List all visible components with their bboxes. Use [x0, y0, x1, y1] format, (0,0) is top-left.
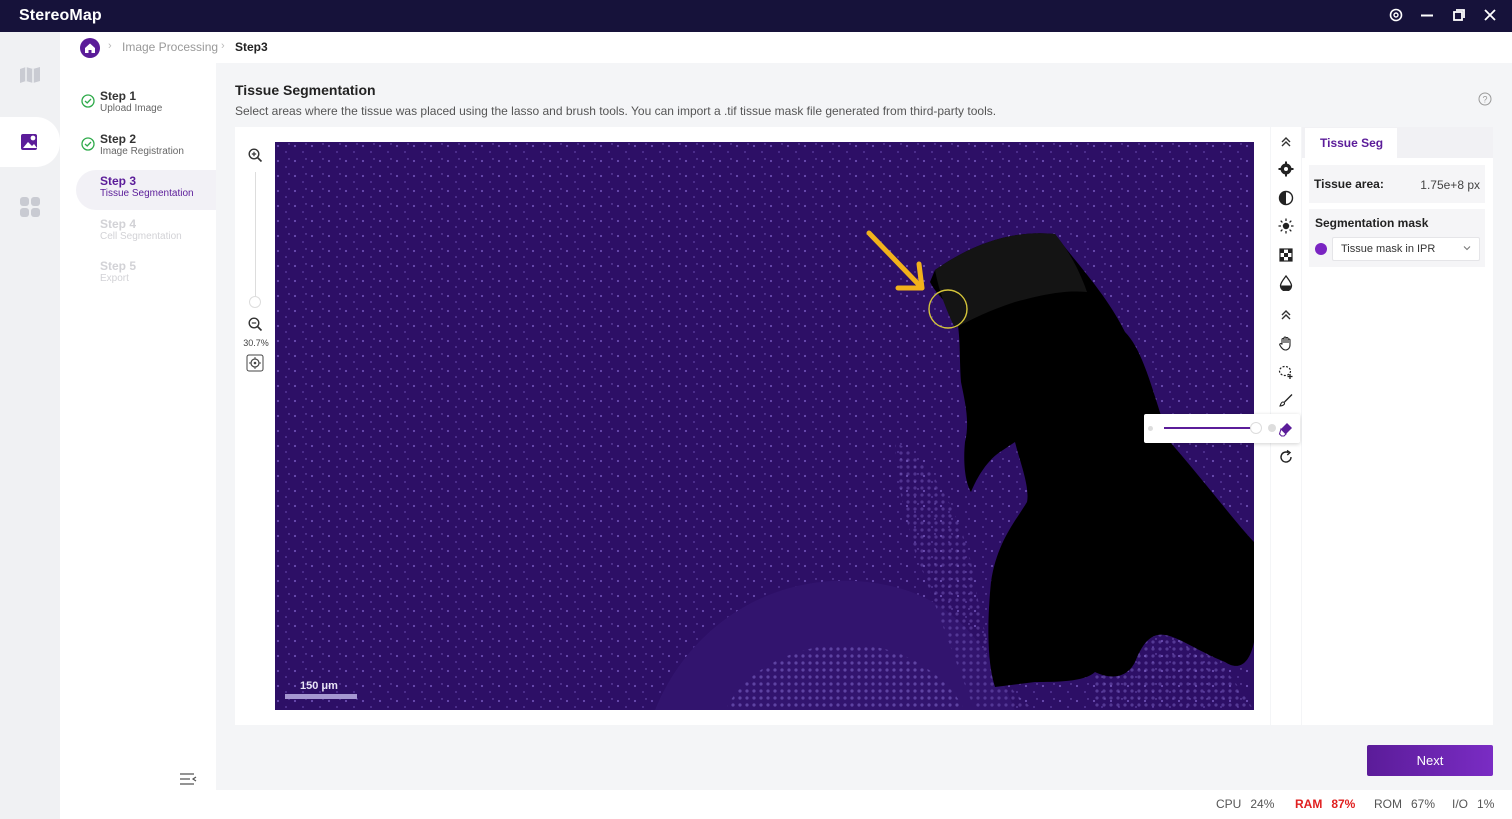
ram-label: RAM — [1295, 797, 1323, 811]
reset-icon[interactable] — [1276, 447, 1296, 467]
step-subtitle: Upload Image — [100, 103, 163, 114]
step-title: Step 1 — [100, 89, 137, 103]
brush-size-slider-thumb[interactable] — [1250, 422, 1262, 434]
mask-color-swatch[interactable] — [1315, 243, 1327, 255]
app-title: StereoMap — [19, 7, 102, 24]
collapse-up-icon[interactable] — [1276, 305, 1296, 325]
chevron-right-icon: › — [108, 40, 112, 52]
step-subtitle: Export — [100, 273, 129, 284]
zoom-out-icon[interactable] — [248, 317, 263, 332]
brush-size-max-dot — [1268, 424, 1276, 432]
brightness-icon[interactable] — [1276, 216, 1296, 236]
segmentation-mask-select[interactable]: Tissue mask in IPR — [1332, 237, 1480, 261]
tissue-area-value: 1.75e+8 px — [1420, 178, 1480, 192]
close-icon[interactable] — [1481, 7, 1499, 25]
minimize-icon[interactable] — [1418, 7, 1436, 25]
restore-icon[interactable] — [1450, 7, 1468, 25]
step-item-5: Step 5 Export — [76, 255, 216, 295]
eraser-icon[interactable] — [1276, 419, 1296, 439]
rom-usage: ROM 67% — [1374, 797, 1435, 811]
step-title: Step 5 — [100, 259, 137, 273]
zoom-slider-thumb[interactable] — [249, 296, 261, 308]
next-button[interactable]: Next — [1367, 745, 1493, 776]
tissue-image-canvas[interactable] — [275, 142, 1254, 710]
zoom-in-icon[interactable] — [248, 148, 263, 163]
step-title: Step 2 — [100, 132, 137, 146]
chevron-down-icon — [1463, 246, 1471, 251]
tab-tissue-seg[interactable]: Tissue Seg — [1305, 128, 1397, 158]
gear-icon[interactable] — [1387, 7, 1405, 25]
ram-value: 87% — [1331, 797, 1356, 811]
step-title: Step 4 — [100, 217, 137, 231]
ram-usage: RAM 87% — [1295, 797, 1355, 811]
brush-icon[interactable] — [1276, 390, 1296, 410]
steps-sidebar: Step 1 Upload Image Step 2 Image Registr… — [60, 63, 216, 819]
breadcrumb-image-processing[interactable]: Image Processing — [122, 40, 218, 54]
lasso-add-icon[interactable] — [1276, 362, 1296, 382]
step-item-1[interactable]: Step 1 Upload Image — [76, 85, 216, 125]
scale-bar — [285, 694, 357, 699]
page-title: Tissue Segmentation — [235, 82, 376, 98]
opacity-drop-icon[interactable] — [1276, 273, 1296, 293]
step-item-3[interactable]: Step 3 Tissue Segmentation — [76, 170, 216, 210]
brush-size-min-dot — [1148, 426, 1153, 431]
step-subtitle: Tissue Segmentation — [100, 188, 194, 199]
collapse-up-icon[interactable] — [1276, 132, 1296, 152]
settings-cog-icon[interactable] — [1276, 159, 1296, 179]
map-icon[interactable] — [0, 50, 60, 100]
check-circle-icon — [81, 137, 95, 151]
breadcrumb-current: Step3 — [235, 40, 268, 54]
svg-text:?: ? — [1482, 95, 1487, 105]
rom-label: ROM — [1374, 797, 1402, 811]
callout-arrow-icon — [866, 230, 925, 291]
brush-size-slider-track[interactable] — [1164, 427, 1256, 429]
step-title: Step 3 — [100, 174, 137, 188]
tissue-area-label: Tissue area: — [1314, 177, 1384, 191]
rom-value: 67% — [1411, 797, 1436, 811]
page-description: Select areas where the tissue was placed… — [235, 104, 997, 118]
help-icon[interactable]: ? — [1478, 92, 1492, 111]
tissue-image — [275, 142, 1254, 710]
fit-to-screen-icon[interactable] — [246, 354, 264, 372]
breadcrumb: › Image Processing › Step3 — [60, 32, 1512, 63]
cpu-usage: CPU 24% — [1216, 797, 1274, 811]
check-circle-icon — [81, 94, 95, 108]
contrast-icon[interactable] — [1276, 188, 1296, 208]
step-item-4: Step 4 Cell Segmentation — [76, 213, 216, 253]
scale-bar-label: 150 μm — [300, 680, 338, 692]
cpu-label: CPU — [1216, 797, 1242, 811]
image-icon[interactable] — [0, 117, 60, 167]
zoom-slider-track[interactable] — [255, 172, 256, 302]
cpu-value: 24% — [1250, 797, 1275, 811]
status-bar: CPU 24% RAM 87% ROM 67% I/O 1% — [60, 790, 1512, 819]
collapse-sidebar-icon[interactable] — [179, 772, 197, 786]
io-usage: I/O 1% — [1452, 797, 1494, 811]
title-bar: StereoMap — [0, 0, 1512, 32]
io-value: 1% — [1477, 797, 1495, 811]
chevron-right-icon: › — [221, 40, 225, 52]
checker-icon[interactable] — [1276, 245, 1296, 265]
hand-pan-icon[interactable] — [1276, 333, 1296, 353]
left-rail — [0, 32, 60, 819]
step-item-2[interactable]: Step 2 Image Registration — [76, 128, 216, 168]
io-label: I/O — [1452, 797, 1469, 811]
step-subtitle: Image Registration — [100, 146, 184, 157]
step-subtitle: Cell Segmentation — [100, 231, 182, 242]
zoom-level: 30.7% — [243, 338, 269, 348]
home-icon[interactable] — [80, 38, 100, 58]
segmentation-mask-label: Segmentation mask — [1315, 216, 1429, 230]
apps-icon[interactable] — [0, 182, 60, 232]
